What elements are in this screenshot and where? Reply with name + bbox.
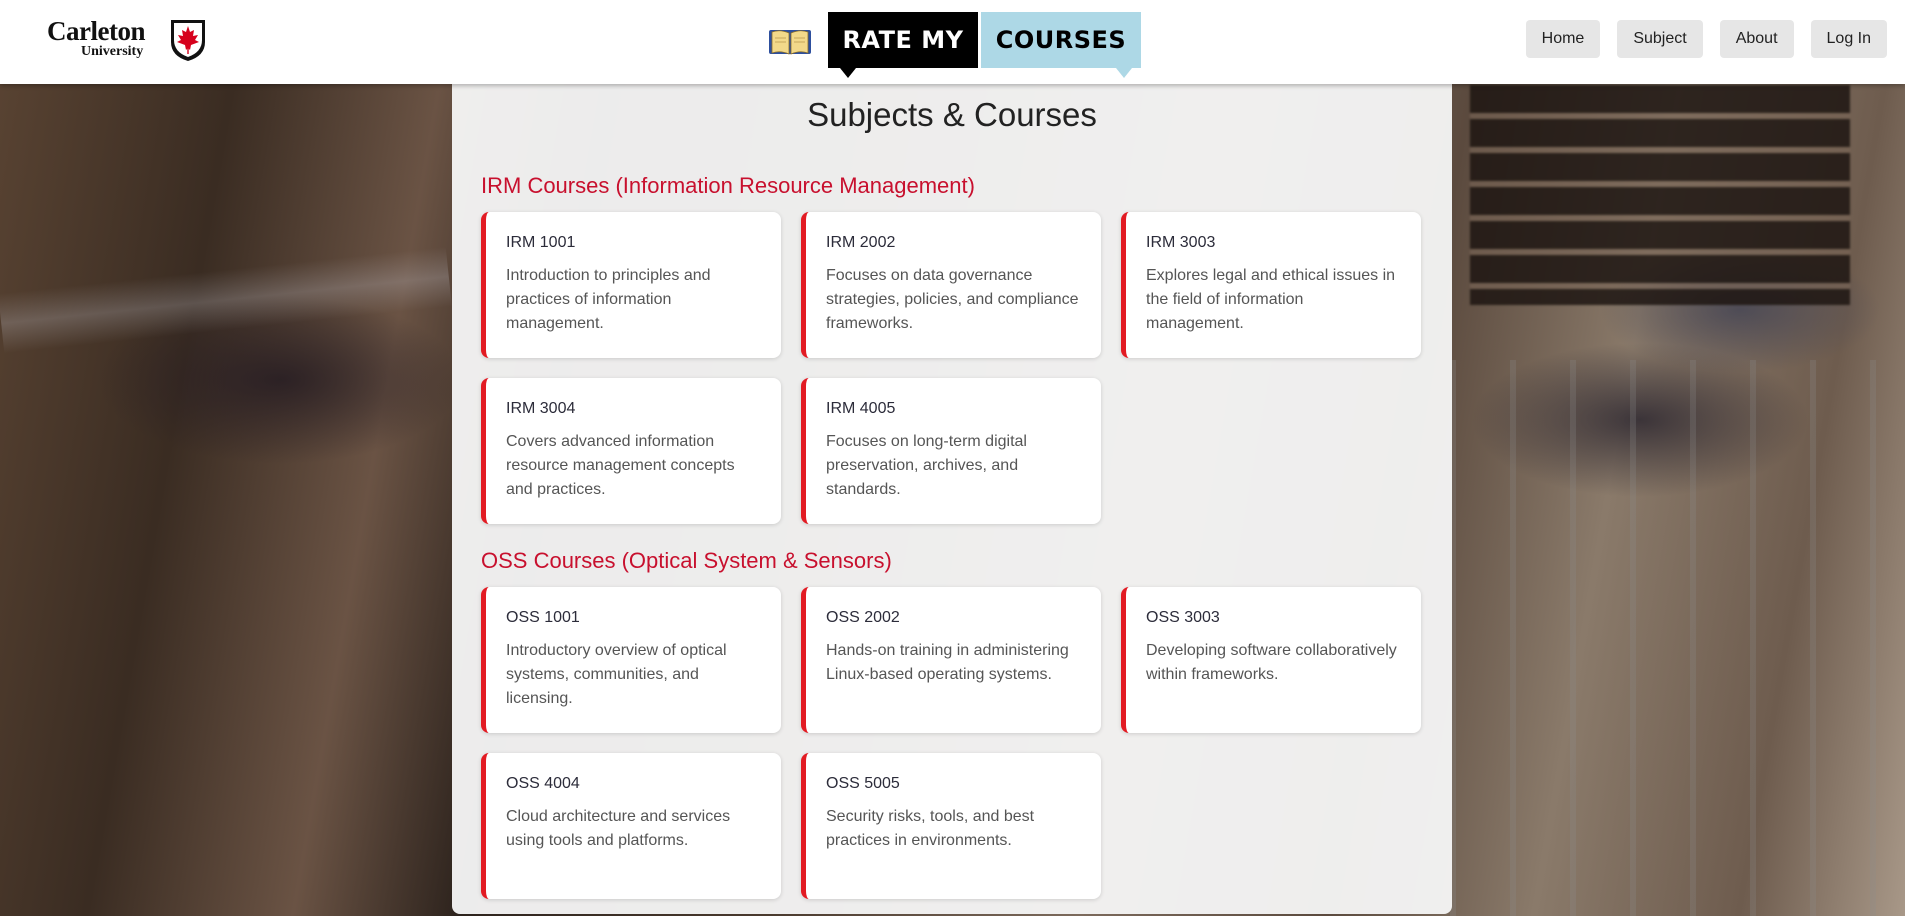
logo-subtitle: University <box>81 44 144 59</box>
open-book-icon <box>769 30 811 55</box>
section-title-oss: OSS Courses (Optical System & Sensors) <box>481 548 892 573</box>
course-card-oss-4004[interactable]: OSS 4004 Cloud architecture and services… <box>481 753 781 899</box>
course-code: IRM 2002 <box>826 234 896 251</box>
course-description: Focuses on long-term digital preservatio… <box>826 433 1027 498</box>
course-card-irm-1001[interactable]: IRM 1001 Introduction to principles and … <box>481 212 781 358</box>
course-description: Hands-on training in administering Linux… <box>826 642 1069 683</box>
rate-my-courses-brand[interactable]: RATE MY COURSES <box>768 12 1143 80</box>
brand-rate-my: RATE MY <box>828 12 978 68</box>
course-description: Introduction to principles and practices… <box>506 267 711 332</box>
nav-home-button[interactable]: Home <box>1525 20 1601 58</box>
logo-name: Carleton <box>47 16 145 46</box>
course-code: IRM 3004 <box>506 400 576 417</box>
course-code: IRM 3003 <box>1146 234 1216 251</box>
course-card-irm-3004[interactable]: IRM 3004 Covers advanced information res… <box>481 378 781 524</box>
background-bookshelf <box>1470 85 1850 305</box>
course-description: Explores legal and ethical issues in the… <box>1146 267 1396 332</box>
section-title-irm: IRM Courses (Information Resource Manage… <box>481 173 975 198</box>
course-description: Covers advanced information resource man… <box>506 433 735 498</box>
page-title: Subjects & Courses <box>807 96 1097 133</box>
course-code: OSS 2002 <box>826 609 900 626</box>
background-railing <box>1450 360 1905 916</box>
course-card-oss-2002[interactable]: OSS 2002 Hands-on training in administer… <box>801 587 1101 733</box>
brand-courses-tail <box>1116 68 1132 78</box>
course-code: IRM 1001 <box>506 234 576 251</box>
nav-subject-button[interactable]: Subject <box>1617 20 1703 58</box>
course-description: Developing software collaboratively with… <box>1146 642 1397 683</box>
course-card-irm-3003[interactable]: IRM 3003 Explores legal and ethical issu… <box>1121 212 1421 358</box>
maple-leaf-shield-icon <box>171 20 205 61</box>
carleton-logo[interactable]: Carleton University <box>47 16 212 64</box>
course-code: OSS 1001 <box>506 609 580 626</box>
course-description: Security risks, tools, and best practice… <box>826 808 1035 849</box>
course-card-oss-5005[interactable]: OSS 5005 Security risks, tools, and best… <box>801 753 1101 899</box>
nav-about-button[interactable]: About <box>1719 20 1794 58</box>
course-description: Introductory overview of optical systems… <box>506 642 727 707</box>
course-card-irm-2002[interactable]: IRM 2002 Focuses on data governance stra… <box>801 212 1101 358</box>
brand-rate-tail <box>840 68 856 78</box>
course-code: OSS 5005 <box>826 775 900 792</box>
course-code: IRM 4005 <box>826 400 896 417</box>
course-code: OSS 4004 <box>506 775 580 792</box>
course-card-irm-4005[interactable]: IRM 4005 Focuses on long-term digital pr… <box>801 378 1101 524</box>
course-description: Focuses on data governance strategies, p… <box>826 267 1079 332</box>
main-nav: Home Subject About Log In <box>1525 20 1887 58</box>
course-card-oss-1001[interactable]: OSS 1001 Introductory overview of optica… <box>481 587 781 733</box>
course-description: Cloud architecture and services using to… <box>506 808 731 849</box>
subjects-panel: Subjects & Courses IRM Courses (Informat… <box>452 84 1452 914</box>
course-code: OSS 3003 <box>1146 609 1220 626</box>
brand-courses: COURSES <box>981 12 1141 68</box>
site-header: Carleton University RATE MY COURSES Home… <box>0 0 1905 84</box>
course-card-oss-3003[interactable]: OSS 3003 Developing software collaborati… <box>1121 587 1421 733</box>
nav-login-button[interactable]: Log In <box>1810 20 1887 58</box>
